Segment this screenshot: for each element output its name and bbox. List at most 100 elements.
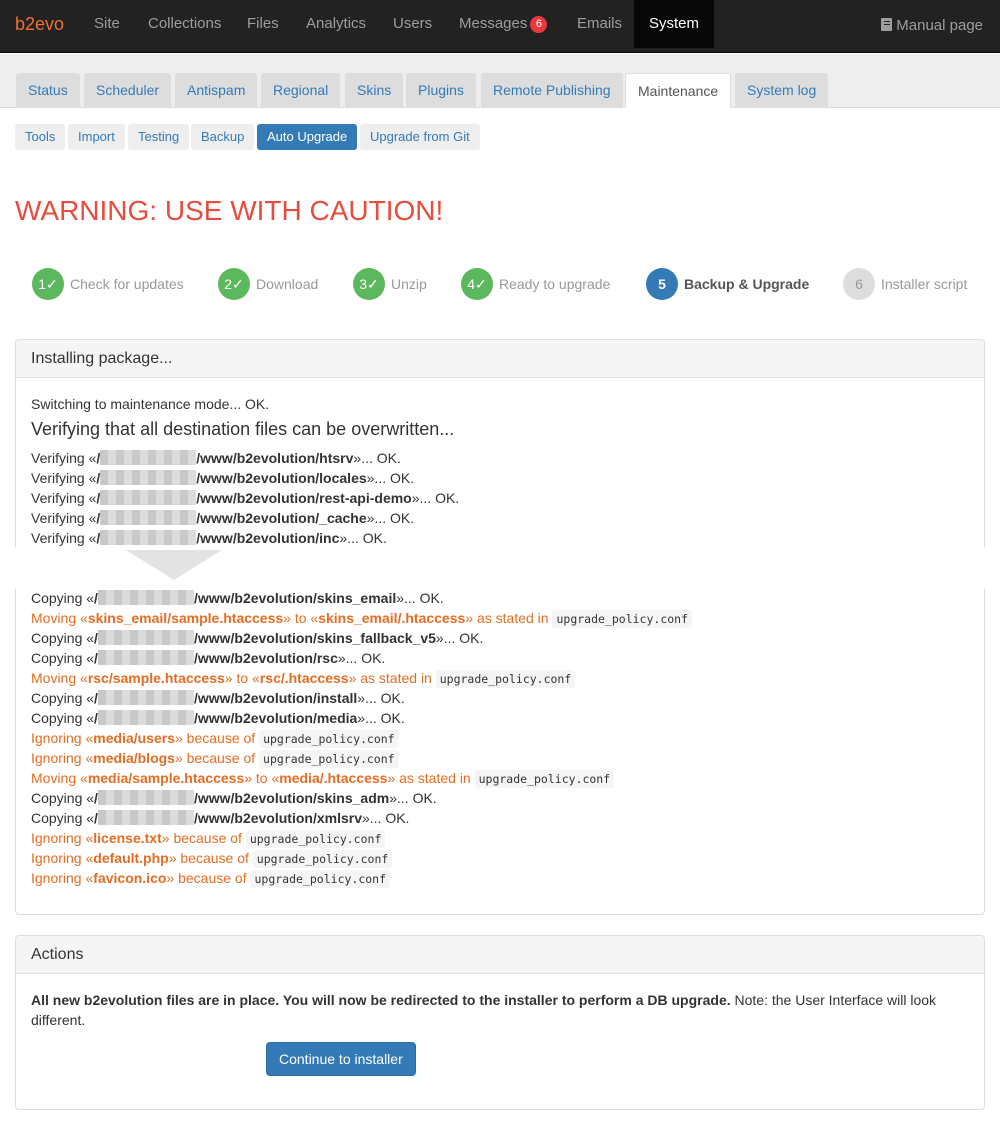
copy-line: Copying «//www/b2evolution/skins_adm»...… — [31, 790, 437, 806]
step-label: Backup & Upgrade — [684, 276, 810, 292]
step-number: 1✓ — [32, 268, 64, 300]
tab-system-log[interactable]: System log — [735, 73, 829, 108]
tab-maintenance[interactable]: Maintenance — [625, 73, 732, 108]
ignore-line: Ignoring «license.txt» because of upgrad… — [31, 828, 969, 848]
tab-remote-publishing[interactable]: Remote Publishing — [481, 73, 623, 108]
screenshot-gap — [0, 548, 1000, 588]
move-line: Moving «rsc/sample.htaccess» to «rsc/.ht… — [31, 668, 969, 688]
actions-message: All new b2evolution files are in place. … — [31, 990, 969, 1030]
nav-site[interactable]: Site — [79, 0, 135, 48]
step-number: 5 — [646, 268, 678, 300]
verify-line: Verifying «//www/b2evolution/htsrv»... O… — [31, 450, 401, 466]
tab-skins[interactable]: Skins — [345, 73, 404, 108]
actions-message-bold: All new b2evolution files are in place. … — [31, 992, 731, 1008]
step-label: Installer script — [881, 276, 968, 292]
redacted-path — [97, 790, 194, 805]
step-backup-and-upgrade: 5 Backup & Upgrade — [646, 268, 809, 300]
step-label: Ready to upgrade — [499, 276, 611, 292]
redacted-path — [100, 490, 197, 505]
step-label: Unzip — [391, 276, 427, 292]
warning-heading: WARNING: USE WITH CAUTION! — [15, 195, 444, 226]
copy-line: Copying «//www/b2evolution/media»... OK. — [31, 710, 405, 726]
subtab-upgrade-from-git[interactable]: Upgrade from Git — [360, 124, 480, 150]
step-installer-script: 6 Installer script — [843, 268, 967, 300]
tab-scheduler[interactable]: Scheduler — [84, 73, 172, 108]
nav-system[interactable]: System — [634, 0, 715, 48]
step-label: Download — [256, 276, 319, 292]
verify-line: Verifying «//www/b2evolution/inc»... OK. — [31, 530, 387, 546]
manual-page-link[interactable]: Manual page — [881, 17, 983, 34]
actions-panel-title: Actions — [16, 936, 984, 974]
verify-line: Verifying «//www/b2evolution/_cache»... … — [31, 510, 415, 526]
redacted-path — [100, 510, 197, 525]
redacted-path — [97, 810, 194, 825]
copy-line: Copying «//www/b2evolution/xmlsrv»... OK… — [31, 810, 410, 826]
book-icon — [881, 18, 893, 31]
copy-line: Copying «//www/b2evolution/skins_fallbac… — [31, 630, 484, 646]
subtab-testing[interactable]: Testing — [128, 124, 190, 150]
nav-messages[interactable]: Messages 6 — [444, 0, 562, 48]
nav-files[interactable]: Files — [232, 0, 294, 48]
tab-plugins[interactable]: Plugins — [406, 73, 476, 108]
policy-file: upgrade_policy.conf — [245, 830, 386, 848]
nav-users[interactable]: Users — [378, 0, 447, 48]
actions-panel-body: All new b2evolution files are in place. … — [16, 974, 984, 1040]
policy-file: upgrade_policy.conf — [474, 770, 615, 788]
redacted-path — [100, 450, 197, 465]
nav-emails[interactable]: Emails — [562, 0, 637, 48]
step-number: 3✓ — [353, 268, 385, 300]
subtab-backup[interactable]: Backup — [191, 124, 255, 150]
copy-line: Copying «//www/b2evolution/install»... O… — [31, 690, 405, 706]
tab-regional[interactable]: Regional — [261, 73, 341, 108]
step-unzip: 3✓ Unzip — [353, 268, 427, 300]
move-line: Moving «skins_email/sample.htaccess» to … — [31, 608, 969, 628]
installing-panel: Installing package... Switching to maint… — [0, 339, 1000, 915]
policy-file: upgrade_policy.conf — [552, 610, 693, 628]
down-arrow-icon — [126, 550, 222, 580]
subtab-import[interactable]: Import — [68, 124, 125, 150]
verify-line: Verifying «//www/b2evolution/locales»...… — [31, 470, 415, 486]
continue-to-installer-button[interactable]: Continue to installer — [266, 1042, 416, 1076]
manual-page-label: Manual page — [896, 17, 983, 34]
messages-count-badge: 6 — [530, 16, 548, 33]
ignore-line: Ignoring «media/users» because of upgrad… — [31, 728, 969, 748]
redacted-path — [100, 470, 197, 485]
move-line: Moving «media/sample.htaccess» to «media… — [31, 768, 969, 788]
redacted-path — [97, 630, 194, 645]
nav-collections[interactable]: Collections — [133, 0, 236, 48]
ignore-line: Ignoring «default.php» because of upgrad… — [31, 848, 969, 868]
policy-file: upgrade_policy.conf — [259, 750, 399, 768]
copy-line: Copying «//www/b2evolution/rsc»... OK. — [31, 650, 386, 666]
redacted-path — [97, 710, 194, 725]
subtab-auto-upgrade[interactable]: Auto Upgrade — [257, 124, 358, 150]
ignore-line: Ignoring «favicon.ico» because of upgrad… — [31, 868, 969, 888]
step-label: Check for updates — [70, 276, 184, 292]
verify-heading: Verifying that all destination files can… — [31, 419, 455, 439]
step-check-for-updates: 1✓ Check for updates — [32, 268, 184, 300]
brand-logo[interactable]: b2evo — [15, 14, 64, 35]
tab-antispam[interactable]: Antispam — [175, 73, 258, 108]
ignore-line: Ignoring «media/blogs» because of upgrad… — [31, 748, 969, 768]
redacted-path — [97, 650, 194, 665]
subtab-tools[interactable]: Tools — [15, 124, 66, 150]
nav-messages-label: Messages — [459, 15, 528, 32]
maintenance-mode-line: Switching to maintenance mode... OK. — [31, 396, 270, 412]
redacted-path — [100, 530, 197, 545]
policy-file: upgrade_policy.conf — [259, 730, 399, 748]
step-ready-to-upgrade: 4✓ Ready to upgrade — [461, 268, 610, 300]
copy-line: Copying «//www/b2evolution/skins_email».… — [31, 590, 444, 606]
top-navbar: b2evo Site Collections Files Analytics U… — [0, 0, 1000, 53]
policy-file: upgrade_policy.conf — [250, 870, 391, 888]
tab-status[interactable]: Status — [16, 73, 80, 108]
policy-file: upgrade_policy.conf — [252, 850, 393, 868]
redacted-path — [97, 690, 194, 705]
nav-analytics[interactable]: Analytics — [291, 0, 381, 48]
policy-file: upgrade_policy.conf — [435, 670, 576, 688]
installing-log: Switching to maintenance mode... OK. Ver… — [0, 378, 1000, 898]
redacted-path — [97, 590, 194, 605]
step-number: 2✓ — [218, 268, 250, 300]
step-download: 2✓ Download — [218, 268, 318, 300]
installing-panel-title: Installing package... — [16, 340, 984, 378]
main-tabs: Status Scheduler Antispam Regional Skins… — [0, 54, 1000, 108]
actions-panel: Actions All new b2evolution files are in… — [15, 935, 985, 1110]
